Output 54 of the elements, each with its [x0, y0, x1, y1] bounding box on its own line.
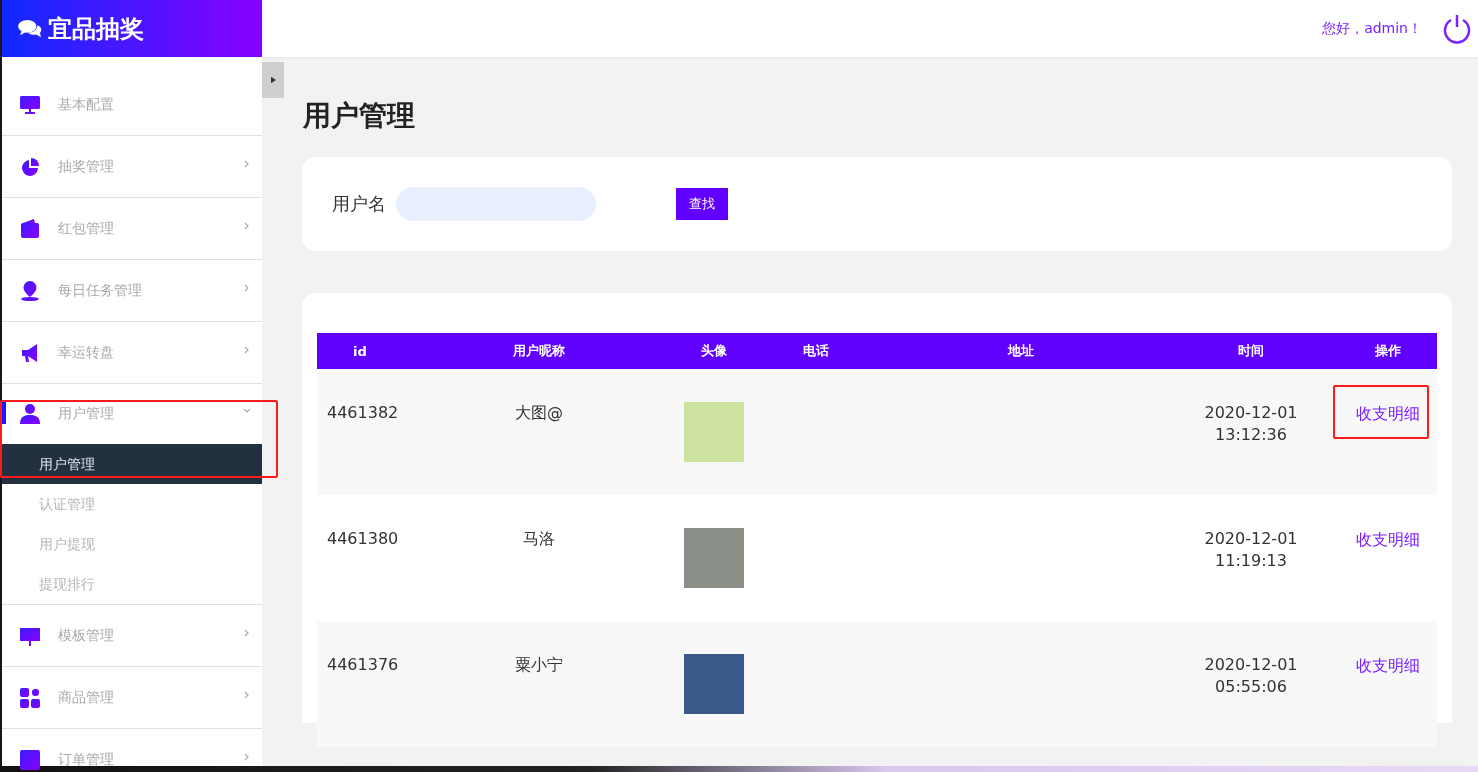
- user-icon: [20, 404, 40, 424]
- column-header: 地址: [1006, 342, 1035, 360]
- sidebar-item[interactable]: 每日任务管理: [2, 260, 262, 321]
- board-icon: [20, 625, 40, 646]
- search-button[interactable]: 查找: [676, 188, 728, 220]
- column-header: 电话: [802, 342, 830, 360]
- nickname-cell: 粟小宁: [515, 655, 563, 676]
- blocks-icon: [20, 687, 40, 708]
- submenu-item[interactable]: 用户管理: [2, 444, 262, 484]
- chat-bubbles-icon: [18, 18, 42, 39]
- brand-title: 宜品抽奖: [48, 13, 144, 45]
- pie-chart-icon: [20, 156, 40, 177]
- time-cell: 11:19:13: [1215, 550, 1287, 572]
- photo-placeholder: [684, 528, 744, 588]
- page-title: 用户管理: [303, 98, 416, 134]
- sidebar-toggle-button[interactable]: [262, 62, 284, 98]
- date-cell: 2020-12-01: [1204, 402, 1298, 424]
- sidebar-item[interactable]: 商品管理: [2, 667, 262, 728]
- sidebar-item[interactable]: 红包管理: [2, 198, 262, 259]
- details-link[interactable]: 收支明细: [1355, 656, 1420, 677]
- submenu-item[interactable]: 认证管理: [2, 484, 262, 524]
- field-label: 用户名: [332, 192, 386, 216]
- column-header: id: [352, 343, 368, 359]
- time-cell: 13:12:36: [1215, 424, 1287, 446]
- details-link[interactable]: 收支明细: [1355, 530, 1420, 551]
- sidebar-item[interactable]: 幸运转盘: [2, 322, 262, 383]
- wallet-icon: [20, 218, 40, 239]
- nickname-cell: 大图@: [515, 403, 563, 424]
- location-pin-icon: [20, 280, 40, 301]
- photo-placeholder: [684, 402, 744, 462]
- monitor-chart-icon: [20, 94, 40, 115]
- power-icon[interactable]: [1442, 13, 1472, 44]
- sidebar-item[interactable]: 抽奖管理: [2, 136, 262, 197]
- megaphone-icon: [20, 342, 40, 363]
- photo-placeholder: [684, 654, 744, 714]
- submenu-item[interactable]: 提现排行: [2, 564, 262, 604]
- caret-right-icon: [270, 76, 276, 84]
- id-cell: 4461376: [327, 655, 399, 674]
- column-header: 时间: [1237, 342, 1265, 360]
- nickname-cell: 马洛: [523, 529, 555, 550]
- submenu-item[interactable]: 用户提现: [2, 524, 262, 564]
- id-cell: 4461382: [327, 403, 399, 422]
- id-cell: 4461380: [327, 529, 399, 548]
- time-cell: 05:55:06: [1215, 676, 1287, 698]
- greeting-text: 您好，admin！: [1322, 19, 1422, 38]
- details-link[interactable]: 收支明细: [1355, 404, 1420, 425]
- sidebar-item[interactable]: 订单管理: [2, 729, 262, 772]
- column-header: 操作: [1373, 342, 1402, 360]
- sidebar-item[interactable]: 基本配置: [2, 74, 262, 135]
- column-header: 头像: [700, 342, 728, 360]
- column-header: 用户昵称: [512, 342, 566, 360]
- sidebar-item[interactable]: 模板管理: [2, 605, 262, 666]
- date-cell: 2020-12-01: [1204, 654, 1298, 676]
- date-cell: 2020-12-01: [1204, 528, 1298, 550]
